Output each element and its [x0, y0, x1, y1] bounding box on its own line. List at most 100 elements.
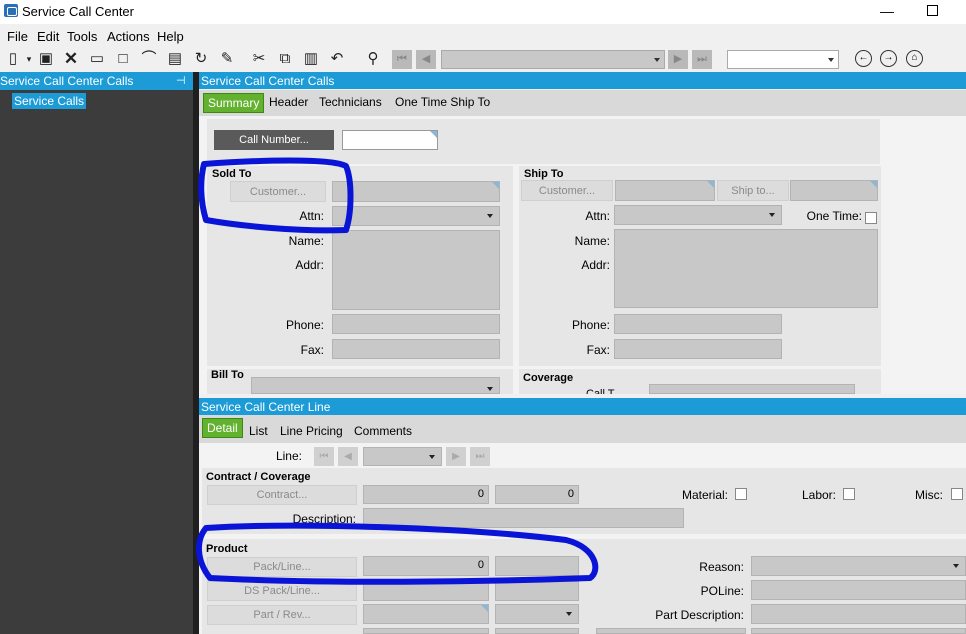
save-icon[interactable]: ▣ — [37, 50, 55, 68]
contract-coverage-title: Contract / Coverage — [206, 471, 311, 483]
line-next-icon[interactable]: ▶ — [446, 447, 466, 466]
pin-icon[interactable]: ⊣ — [176, 74, 186, 87]
sold-to-address-field[interactable] — [332, 230, 500, 310]
sold-to-fax-field[interactable] — [332, 339, 500, 359]
first-record-icon[interactable]: ⏮ — [392, 50, 412, 69]
tab-detail[interactable]: Detail — [202, 418, 243, 438]
back-icon[interactable]: ← — [855, 50, 872, 67]
sold-to-customer-field[interactable] — [332, 181, 500, 202]
delete-icon[interactable]: ✕ — [62, 50, 80, 68]
tab-list[interactable]: List — [249, 424, 268, 438]
labor-checkbox[interactable] — [843, 488, 855, 500]
contract-button[interactable]: Contract... — [207, 485, 357, 505]
maximize-button[interactable] — [918, 0, 948, 24]
menu-help[interactable]: Help — [157, 29, 184, 44]
undo-icon[interactable]: ↶ — [328, 50, 346, 68]
book-icon[interactable]: ▭ — [88, 50, 106, 68]
calls-tab-strip: Summary Header Technicians One Time Ship… — [199, 90, 966, 116]
menu-tools[interactable]: Tools — [67, 29, 97, 44]
line-prev-icon[interactable]: ◀ — [338, 447, 358, 466]
pack-line-button[interactable]: Pack/Line... — [207, 557, 357, 577]
misc-label: Misc: — [915, 488, 943, 502]
sold-to-attn-select[interactable] — [332, 206, 500, 226]
prev-record-icon[interactable]: ◀ — [416, 50, 436, 69]
print-icon[interactable]: ▤ — [166, 50, 184, 68]
ship-to-fax-label: Fax: — [586, 343, 610, 357]
one-time-checkbox[interactable] — [865, 212, 877, 224]
product-field-row4-b[interactable] — [495, 628, 579, 634]
product-field-row4-a[interactable] — [363, 628, 489, 634]
description-field[interactable] — [363, 508, 684, 528]
part-field[interactable] — [363, 604, 489, 624]
home-icon[interactable]: ⌂ — [906, 50, 923, 67]
ship-to-button[interactable]: Ship to... — [717, 180, 789, 201]
product-field-row4-d[interactable] — [751, 628, 966, 634]
revision-select[interactable] — [495, 604, 579, 624]
poline-label: POLine: — [700, 584, 744, 598]
view-selector[interactable] — [727, 50, 839, 69]
ship-to-fax-field[interactable] — [614, 339, 782, 359]
line-last-icon[interactable]: ⏭ — [470, 447, 490, 466]
bill-to-title: Bill To — [211, 369, 244, 381]
ship-to-attn-select[interactable] — [614, 205, 782, 225]
menu-edit[interactable]: Edit — [37, 29, 59, 44]
last-record-icon[interactable]: ⏭ — [692, 50, 712, 69]
paste-icon[interactable]: ▥ — [302, 50, 320, 68]
pack-line-sub-field[interactable] — [495, 556, 579, 576]
ship-to-address-field[interactable] — [614, 229, 878, 308]
sold-to-customer-button[interactable]: Customer... — [230, 181, 326, 202]
new-dropdown-icon[interactable]: ▾ — [20, 50, 38, 68]
pack-line-field[interactable]: 0 — [363, 556, 489, 576]
refresh-icon[interactable]: ↻ — [192, 50, 210, 68]
attach-icon[interactable]: ⌒ — [140, 50, 158, 68]
material-checkbox[interactable] — [735, 488, 747, 500]
record-selector[interactable] — [441, 50, 665, 69]
line-select[interactable] — [363, 447, 442, 466]
reason-select[interactable] — [751, 556, 966, 576]
ship-to-phone-field[interactable] — [614, 314, 782, 334]
sold-to-name-label: Name: — [288, 234, 324, 248]
calls-section-title: Service Call Center Calls — [199, 72, 966, 89]
line-tab-strip: Detail List Line Pricing Comments — [199, 415, 966, 443]
copy-icon[interactable]: ⧉ — [276, 50, 294, 68]
left-panel-title: Service Call Center Calls — [0, 72, 193, 90]
ship-to-customer-field[interactable] — [615, 180, 715, 201]
sold-to-phone-field[interactable] — [332, 314, 500, 334]
part-rev-button[interactable]: Part / Rev... — [207, 605, 357, 625]
tree-item-service-calls[interactable]: Service Calls — [12, 93, 87, 109]
ship-to-attn-label: Attn: — [585, 209, 610, 223]
ds-pack-line-sub-field[interactable] — [495, 581, 579, 601]
call-type-field[interactable] — [649, 384, 855, 394]
line-first-icon[interactable]: ⏮ — [314, 447, 334, 466]
menu-actions[interactable]: Actions — [107, 29, 150, 44]
ship-to-customer-button[interactable]: Customer... — [521, 180, 613, 201]
clear-icon[interactable]: ✎ — [218, 50, 236, 68]
call-number-input[interactable] — [342, 130, 438, 150]
contract-value-1: 0 — [363, 485, 489, 504]
ship-to-title: Ship To — [524, 168, 564, 180]
tab-line-pricing[interactable]: Line Pricing — [280, 424, 343, 438]
product-field-row4-c[interactable] — [596, 628, 746, 634]
note-icon[interactable]: □ — [114, 50, 132, 68]
tab-one-time-ship-to[interactable]: One Time Ship To — [395, 95, 490, 109]
tab-comments[interactable]: Comments — [354, 424, 412, 438]
minimize-button[interactable]: — — [870, 0, 904, 24]
menu-file[interactable]: File — [7, 29, 28, 44]
misc-checkbox[interactable] — [951, 488, 963, 500]
cut-icon[interactable]: ✂ — [250, 50, 268, 68]
call-number-button[interactable]: Call Number... — [214, 130, 334, 150]
next-record-icon[interactable]: ▶ — [668, 50, 688, 69]
part-description-field[interactable] — [751, 604, 966, 624]
ds-pack-line-button[interactable]: DS Pack/Line... — [207, 581, 357, 601]
tab-summary[interactable]: Summary — [203, 93, 265, 113]
tab-header[interactable]: Header — [269, 95, 308, 109]
ship-to-field[interactable] — [790, 180, 878, 201]
tab-technicians[interactable]: Technicians — [319, 95, 382, 109]
search-icon[interactable]: ⚲ — [364, 50, 382, 68]
ship-to-name-label: Name: — [574, 234, 610, 248]
forward-icon[interactable]: → — [880, 50, 897, 67]
ds-pack-line-field[interactable] — [363, 581, 489, 601]
bill-to-select[interactable] — [251, 377, 500, 394]
sold-to-title: Sold To — [212, 168, 252, 180]
poline-field[interactable] — [751, 580, 966, 600]
